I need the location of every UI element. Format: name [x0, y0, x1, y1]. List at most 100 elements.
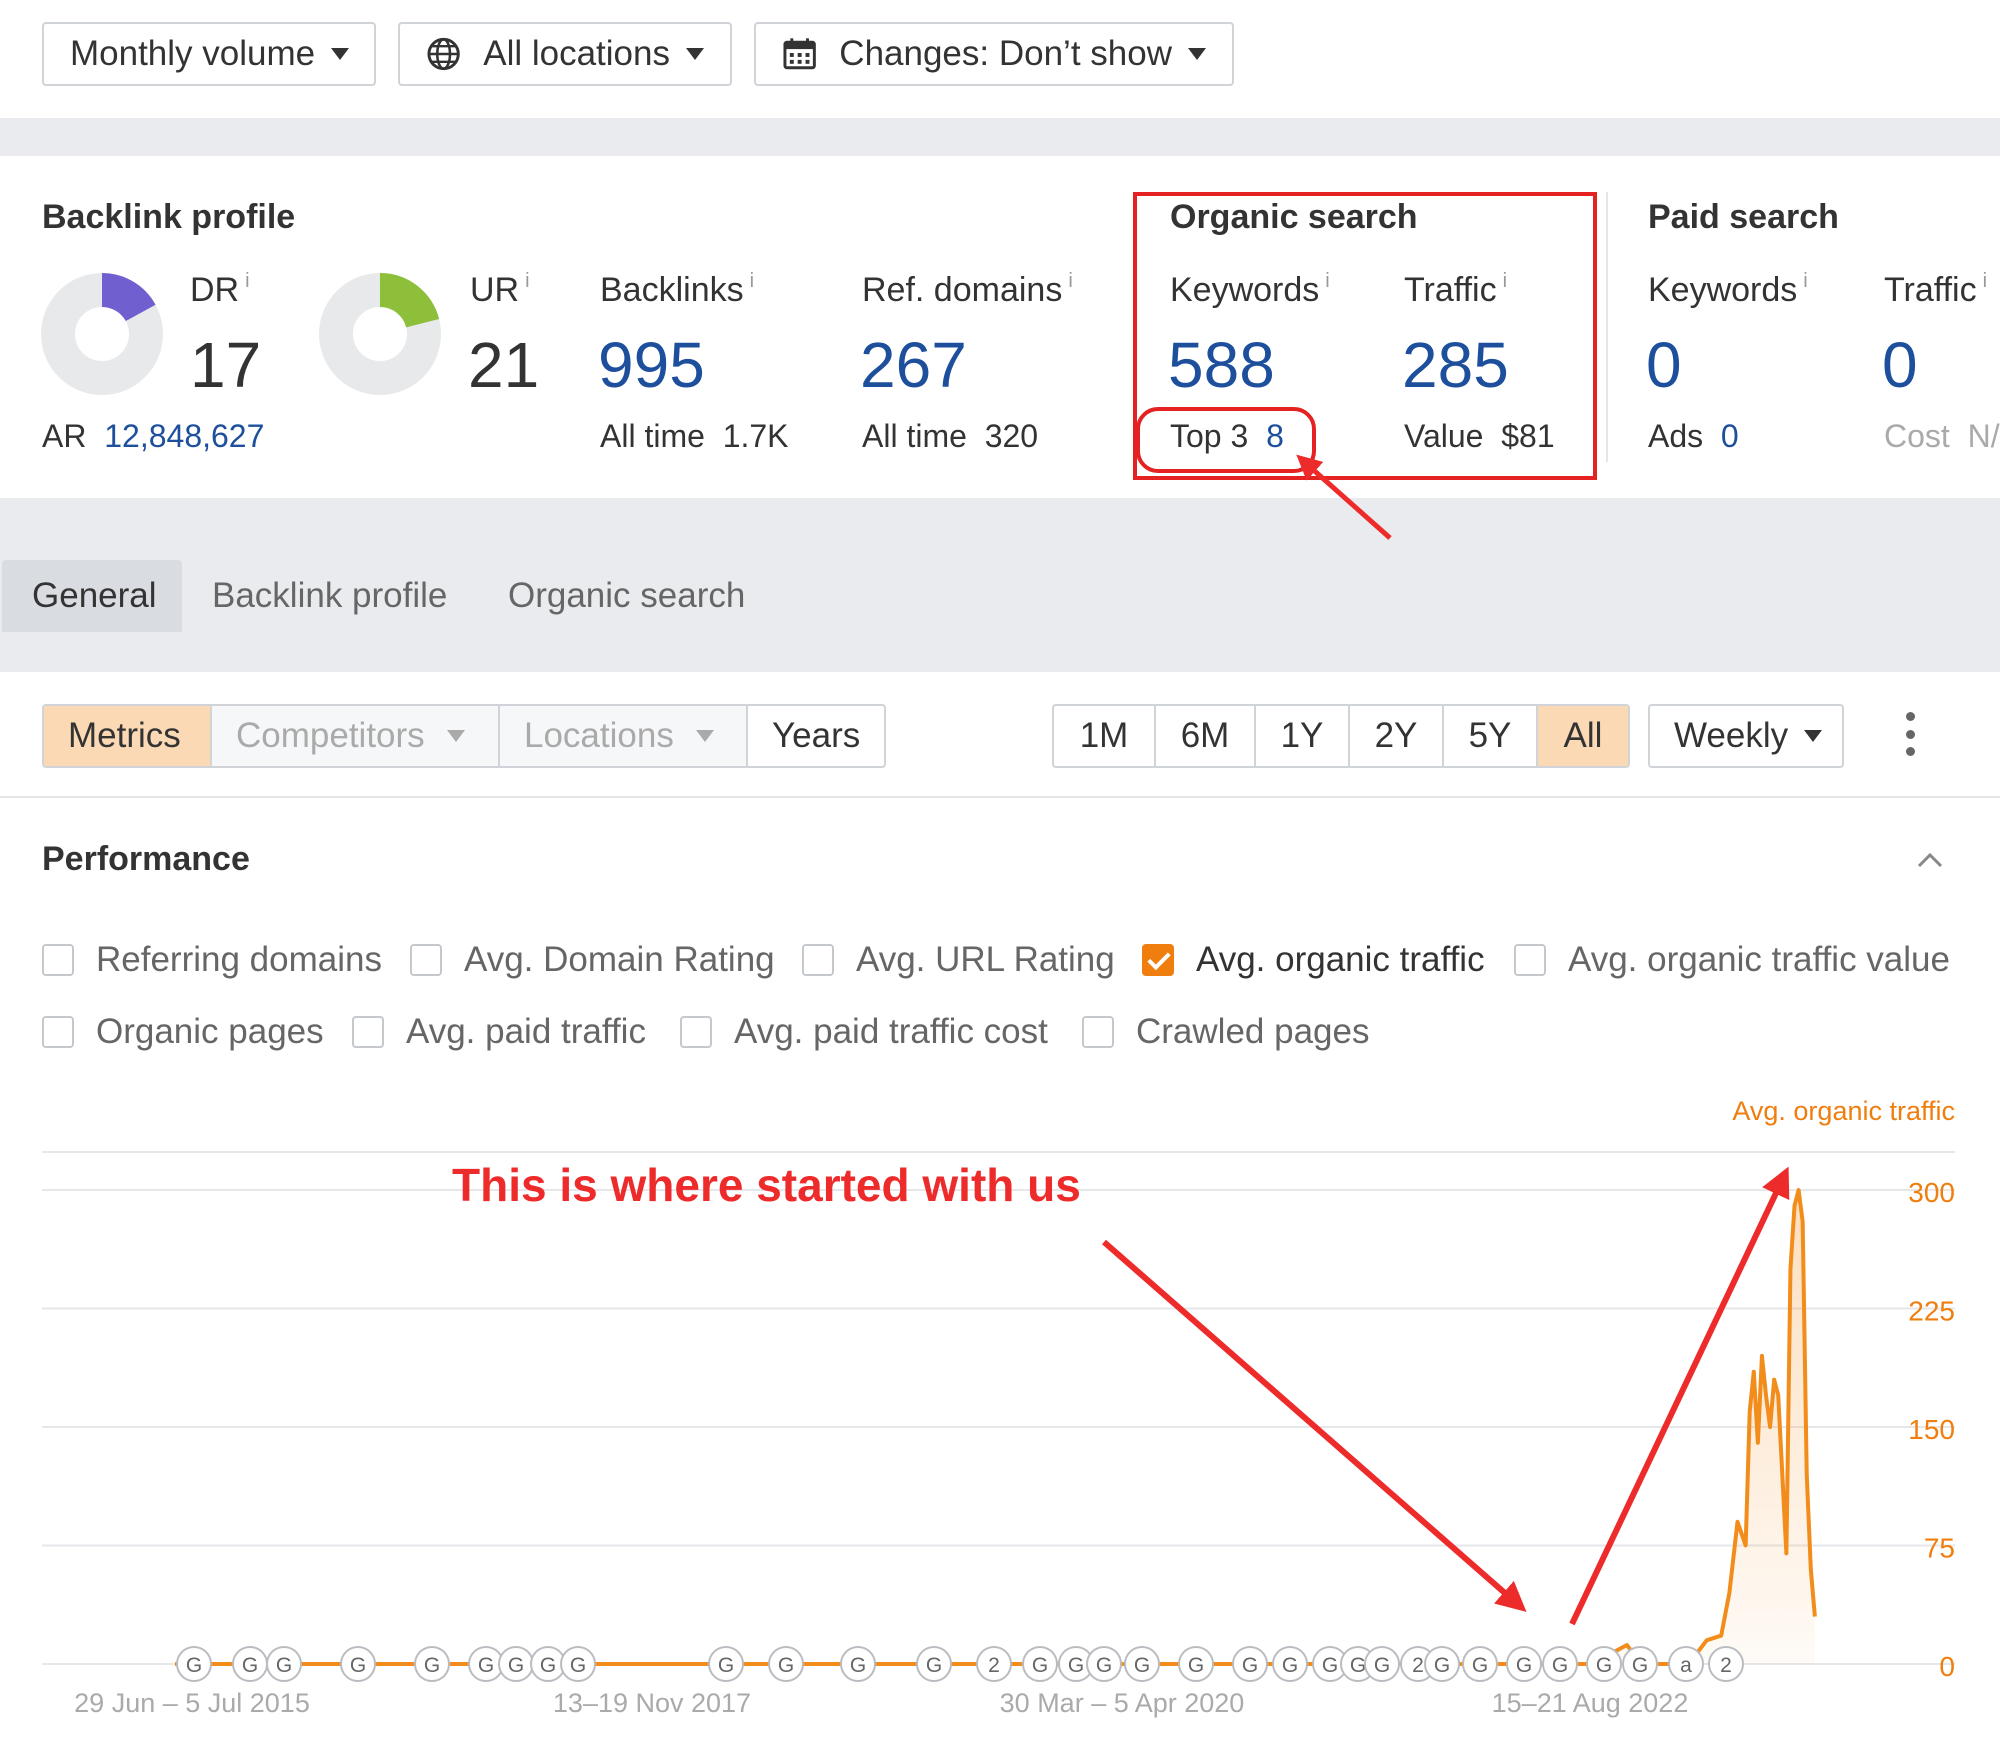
chevron-down-icon [686, 48, 704, 60]
metric-checkbox-referring-domains[interactable]: Referring domains [42, 940, 382, 980]
metric-checkbox-avg-url-rating[interactable]: Avg. URL Rating [802, 940, 1115, 980]
metric-checkbox-crawled-pages[interactable]: Crawled pages [1082, 1012, 1369, 1052]
event-marker-label: G [1374, 1654, 1390, 1677]
event-marker-label: G [508, 1654, 524, 1677]
metric-checkbox-avg-paid-traffic[interactable]: Avg. paid traffic [352, 1012, 646, 1052]
range-2y-button[interactable]: 2Y [1350, 706, 1444, 766]
checkbox-empty-icon[interactable] [1082, 1016, 1114, 1048]
all-locations-dropdown[interactable]: All locations [398, 22, 732, 86]
checkbox-empty-icon[interactable] [1514, 944, 1546, 976]
y-tick-label: 300 [1908, 1177, 1955, 1208]
event-marker-label: G [1350, 1654, 1366, 1677]
paid-traffic-value-link[interactable]: 0 [1882, 328, 1918, 402]
metrics-button[interactable]: Metrics [44, 706, 212, 766]
interval-label: Weekly [1674, 716, 1789, 755]
ref-domains-label: Ref. domains i [862, 270, 1073, 309]
tab-backlink-profile[interactable]: Backlink profile [182, 560, 477, 632]
checkbox-empty-icon[interactable] [802, 944, 834, 976]
event-marker-label: G [1242, 1654, 1258, 1677]
metric-checkbox-organic-pages[interactable]: Organic pages [42, 1012, 324, 1052]
y-tick-label: 150 [1908, 1414, 1955, 1445]
ar-label: AR [42, 418, 87, 454]
paid-traffic-label: Traffic i [1884, 270, 1988, 309]
range-6m-button[interactable]: 6M [1156, 706, 1256, 766]
competitors-dropdown[interactable]: Competitors [212, 706, 500, 766]
event-marker-label: G [718, 1654, 734, 1677]
cost-row: Cost N/ [1884, 418, 2000, 454]
ads-value-link[interactable]: 0 [1721, 418, 1739, 454]
event-marker-label: G [350, 1654, 366, 1677]
monthly-volume-label: Monthly volume [70, 34, 316, 73]
dr-value: 17 [190, 329, 262, 401]
y-axis-title: Avg. organic traffic [1732, 1096, 1955, 1126]
range-selector: 1M 6M 1Y 2Y 5Y All [1052, 704, 1630, 768]
metric-checkbox-avg-organic-traffic-value[interactable]: Avg. organic traffic value [1514, 940, 1950, 980]
monthly-volume-dropdown[interactable]: Monthly volume [42, 22, 376, 86]
checkbox-label: Avg. paid traffic [406, 1012, 646, 1051]
event-marker-label: G [1596, 1654, 1612, 1677]
tab-general[interactable]: General [2, 560, 182, 632]
tab-organic-search[interactable]: Organic search [478, 560, 775, 632]
chevron-down-icon [695, 730, 714, 742]
years-button[interactable]: Years [748, 706, 884, 766]
backlinks-value-link[interactable]: 995 [598, 328, 705, 402]
event-marker-label: G [570, 1654, 586, 1677]
y-tick-label: 0 [1939, 1651, 1955, 1682]
ref-domains-alltime: All time 320 [862, 418, 1039, 454]
x-tick-label: 30 Mar – 5 Apr 2020 [1000, 1688, 1245, 1718]
changes-dropdown[interactable]: Changes: Don’t show [754, 22, 1234, 86]
checkbox-empty-icon[interactable] [42, 1016, 74, 1048]
more-options-icon[interactable] [1898, 712, 1922, 756]
all-locations-label: All locations [483, 34, 670, 73]
checkbox-empty-icon[interactable] [352, 1016, 384, 1048]
checkbox-label: Avg. URL Rating [856, 940, 1115, 979]
range-5y-button[interactable]: 5Y [1444, 706, 1538, 766]
metric-checkbox-avg-organic-traffic[interactable]: Avg. organic traffic [1142, 940, 1485, 980]
dr-donut-chart [41, 273, 163, 395]
metric-checkbox-avg-domain-rating[interactable]: Avg. Domain Rating [410, 940, 775, 980]
chevron-down-icon [331, 48, 350, 60]
event-marker-label: G [1516, 1654, 1532, 1677]
paid-keywords-value-link[interactable]: 0 [1646, 328, 1682, 402]
event-marker-label: G [1472, 1654, 1488, 1677]
range-1y-button[interactable]: 1Y [1256, 706, 1350, 766]
changes-label: Changes: Don’t show [839, 34, 1172, 73]
ref-domains-value-link[interactable]: 267 [860, 328, 967, 402]
top-toolbar: Monthly volume All locations Changes: Do… [0, 0, 2000, 118]
checkbox-label: Avg. Domain Rating [464, 940, 775, 979]
checkbox-empty-icon[interactable] [680, 1016, 712, 1048]
event-marker-label: G [424, 1654, 440, 1677]
backlinks-label: Backlinks i [600, 270, 755, 309]
event-marker-label: G [1188, 1654, 1204, 1677]
range-all-button[interactable]: All [1538, 706, 1628, 766]
locations-dropdown[interactable]: Locations [500, 706, 748, 766]
event-marker-label: G [1032, 1654, 1048, 1677]
checkbox-empty-icon[interactable] [42, 944, 74, 976]
overview-panel: Backlink profile DR i 17 UR i 21 AR 12,848… [0, 156, 2000, 498]
checkbox-empty-icon[interactable] [410, 944, 442, 976]
backlinks-alltime: All time 1.7K [600, 418, 789, 454]
event-marker-label: G [1632, 1654, 1648, 1677]
interval-dropdown[interactable]: Weekly [1648, 704, 1844, 768]
checkbox-checked-icon[interactable] [1142, 944, 1174, 976]
globe-icon [427, 37, 460, 71]
checkbox-label: Avg. organic traffic value [1568, 940, 1950, 979]
tab-bar: General Backlink profile Organic search [0, 548, 2000, 636]
event-marker-label: G [1068, 1654, 1084, 1677]
backlink-profile-title: Backlink profile [42, 198, 296, 236]
event-marker-label: G [778, 1654, 794, 1677]
ar-value-link[interactable]: 12,848,627 [104, 418, 264, 454]
ur-label: UR i [470, 270, 530, 309]
range-1m-button[interactable]: 1M [1054, 706, 1156, 766]
event-marker-label: 2 [1412, 1654, 1424, 1677]
metric-checkbox-avg-paid-traffic-cost[interactable]: Avg. paid traffic cost [680, 1012, 1048, 1052]
collapse-chevron-icon[interactable] [1916, 846, 1944, 874]
chart-controls: Metrics Competitors Locations Years 1M 6… [0, 672, 2000, 798]
event-marker-label: a [1680, 1654, 1692, 1677]
event-marker-label: G [276, 1654, 292, 1677]
y-tick-label: 75 [1924, 1533, 1955, 1564]
checkbox-label: Crawled pages [1136, 1012, 1370, 1051]
ur-donut-chart [319, 273, 441, 395]
checkbox-label: Organic pages [96, 1012, 324, 1051]
event-marker-label: G [242, 1654, 258, 1677]
